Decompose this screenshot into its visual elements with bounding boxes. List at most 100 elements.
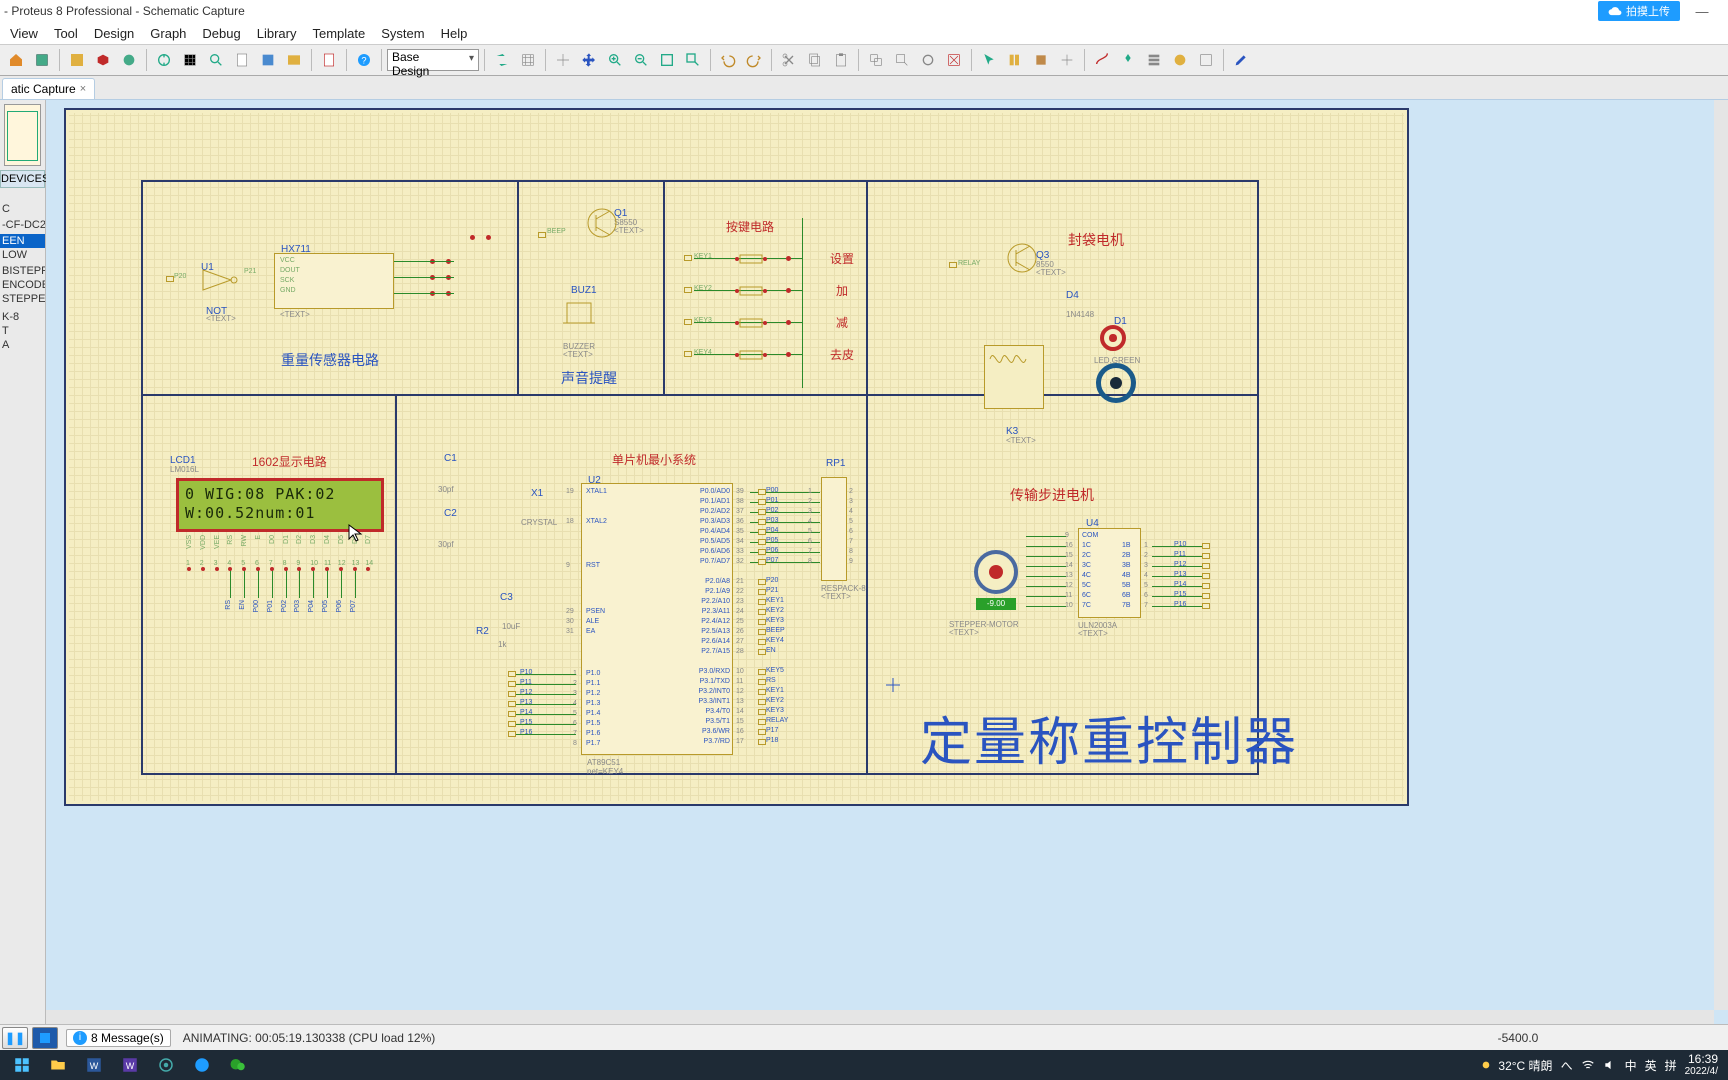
- copy-icon[interactable]: [803, 48, 827, 72]
- grid-icon[interactable]: [178, 48, 202, 72]
- wire-autoroute-icon[interactable]: [1090, 48, 1114, 72]
- snap-grid-icon[interactable]: [516, 48, 540, 72]
- device-item[interactable]: C: [0, 202, 45, 216]
- mcu-pin-num: 29: [566, 608, 574, 615]
- ime-lang[interactable]: 中: [1625, 1057, 1637, 1074]
- zoom-area-icon[interactable]: [681, 48, 705, 72]
- redo-icon[interactable]: [742, 48, 766, 72]
- device-item[interactable]: A: [0, 338, 45, 352]
- pick-icon[interactable]: [977, 48, 1001, 72]
- netlist-icon[interactable]: [1194, 48, 1218, 72]
- stop-button[interactable]: [32, 1027, 58, 1049]
- package-icon[interactable]: [1029, 48, 1053, 72]
- tray-chevron-icon[interactable]: へ: [1561, 1057, 1573, 1074]
- design-explorer-icon[interactable]: [282, 48, 306, 72]
- zoom-all-icon[interactable]: [655, 48, 679, 72]
- upload-button[interactable]: 拍摸上传: [1598, 1, 1680, 21]
- schematic-canvas[interactable]: 重量传感器电路 U1 HX711 NOT <TEXT> VCC DOUT SCK…: [46, 100, 1728, 1024]
- lcd-pin-num: 12: [338, 560, 346, 567]
- pan-icon[interactable]: [577, 48, 601, 72]
- device-item[interactable]: LOW: [0, 248, 45, 262]
- home-icon[interactable]: [4, 48, 28, 72]
- close-tab-icon[interactable]: ×: [80, 83, 86, 95]
- word-icon[interactable]: W: [76, 1050, 112, 1080]
- block-delete-icon[interactable]: [942, 48, 966, 72]
- vertical-scrollbar[interactable]: [1714, 100, 1728, 1010]
- device-item[interactable]: K-8: [0, 310, 45, 324]
- origin-icon[interactable]: [551, 48, 575, 72]
- zoom-out-icon[interactable]: [629, 48, 653, 72]
- minimize-button[interactable]: —: [1680, 4, 1724, 19]
- menu-view[interactable]: View: [2, 24, 46, 43]
- horizontal-scrollbar[interactable]: [46, 1010, 1714, 1024]
- gerber-icon[interactable]: [117, 48, 141, 72]
- menu-system[interactable]: System: [373, 24, 432, 43]
- bom-icon[interactable]: [317, 48, 341, 72]
- schematic-sheet[interactable]: 重量传感器电路 U1 HX711 NOT <TEXT> VCC DOUT SCK…: [64, 108, 1409, 806]
- volume-icon[interactable]: [1603, 1058, 1617, 1072]
- zoom-in-icon[interactable]: [603, 48, 627, 72]
- weather-widget[interactable]: 32°C 晴朗: [1478, 1057, 1552, 1074]
- device-item[interactable]: EEN: [0, 234, 45, 248]
- block-move-icon[interactable]: [890, 48, 914, 72]
- menu-help[interactable]: Help: [433, 24, 476, 43]
- search-part-icon[interactable]: [1116, 48, 1140, 72]
- led-d1[interactable]: [1100, 325, 1126, 351]
- devices-list[interactable]: C -CF-DC24 EENLOW BISTEPPIENCODEISTEPPER K-8…: [0, 188, 45, 1024]
- wifi-icon[interactable]: [1581, 1058, 1595, 1072]
- proteus-icon[interactable]: [148, 1050, 184, 1080]
- sheet-overview[interactable]: [4, 104, 41, 166]
- pcb-icon[interactable]: [65, 48, 89, 72]
- cut-icon[interactable]: [777, 48, 801, 72]
- paste-icon[interactable]: [829, 48, 853, 72]
- clock[interactable]: 16:39 2022/4/: [1685, 1053, 1718, 1077]
- tab-schematic[interactable]: atic Capture ×: [2, 78, 95, 99]
- schematic-icon[interactable]: [30, 48, 54, 72]
- mcu-pin-num: 30: [566, 618, 574, 625]
- edge-icon[interactable]: [184, 1050, 220, 1080]
- pushbutton-icon[interactable]: [734, 249, 768, 267]
- menu-graph[interactable]: Graph: [142, 24, 194, 43]
- block-copy-icon[interactable]: [864, 48, 888, 72]
- transfer-icon[interactable]: [490, 48, 514, 72]
- mcu-pin-name: XTAL1: [586, 488, 607, 495]
- pushbutton-icon[interactable]: [734, 313, 768, 331]
- ime-pin[interactable]: 拼: [1665, 1057, 1677, 1074]
- device-item[interactable]: ENCODEI: [0, 278, 45, 292]
- help-icon[interactable]: ?: [352, 48, 376, 72]
- wechat-icon[interactable]: [220, 1050, 256, 1080]
- device-item[interactable]: -CF-DC24: [0, 218, 45, 232]
- menu-debug[interactable]: Debug: [194, 24, 248, 43]
- redraw-icon[interactable]: [152, 48, 176, 72]
- menu-library[interactable]: Library: [249, 24, 305, 43]
- undo-icon[interactable]: [716, 48, 740, 72]
- menu-template[interactable]: Template: [304, 24, 373, 43]
- stepper-motor-symbol[interactable]: [974, 550, 1018, 594]
- decomp-icon[interactable]: [1055, 48, 1079, 72]
- pushbutton-icon[interactable]: [734, 281, 768, 299]
- property-icon[interactable]: [1142, 48, 1166, 72]
- design-variant-select[interactable]: Base Design: [387, 49, 479, 71]
- pushbutton-icon[interactable]: [734, 345, 768, 363]
- menu-tool[interactable]: Tool: [46, 24, 86, 43]
- library-icon[interactable]: [1003, 48, 1027, 72]
- respack-rp1[interactable]: [821, 477, 847, 581]
- erc-icon[interactable]: [1168, 48, 1192, 72]
- device-item[interactable]: BISTEPPI: [0, 264, 45, 278]
- wps-icon[interactable]: W: [112, 1050, 148, 1080]
- block-rotate-icon[interactable]: [916, 48, 940, 72]
- edit-icon[interactable]: [1229, 48, 1253, 72]
- motor-symbol[interactable]: [1096, 363, 1136, 403]
- menu-design[interactable]: Design: [86, 24, 142, 43]
- start-button[interactable]: [4, 1050, 40, 1080]
- save-icon[interactable]: [256, 48, 280, 72]
- explorer-icon[interactable]: [40, 1050, 76, 1080]
- device-item[interactable]: STEPPER: [0, 292, 45, 306]
- 3d-icon[interactable]: [91, 48, 115, 72]
- pause-button[interactable]: ❚❚: [2, 1027, 28, 1049]
- messages-indicator[interactable]: i 8 Message(s): [66, 1029, 171, 1047]
- sheet-icon[interactable]: [230, 48, 254, 72]
- ime-en[interactable]: 英: [1645, 1057, 1657, 1074]
- device-item[interactable]: T: [0, 324, 45, 338]
- zoom-icon[interactable]: [204, 48, 228, 72]
